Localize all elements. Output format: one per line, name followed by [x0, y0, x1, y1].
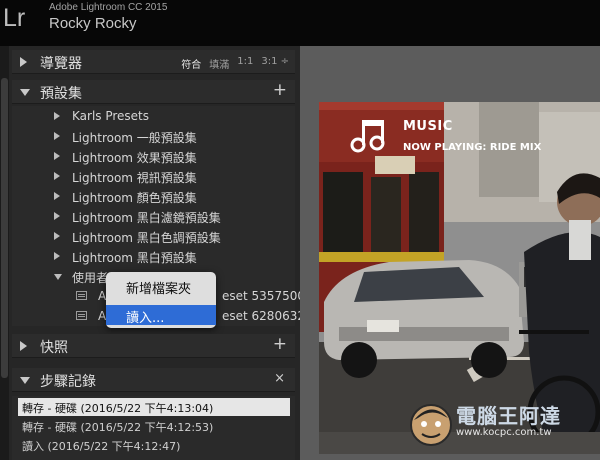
catalog-name: Rocky Rocky [49, 15, 137, 32]
preset-folder[interactable]: Lightroom 黑白預設集 [12, 246, 295, 266]
preset-folder-label: Karls Presets [72, 109, 150, 123]
watermark-url: www.kocpc.com.tw [456, 427, 552, 438]
preset-icon [76, 291, 87, 300]
collapse-triangle-icon[interactable] [20, 377, 30, 384]
preset-folder-label: Lightroom 黑白濾鏡預設集 [72, 211, 221, 225]
history-item[interactable]: 讀入 (2016/5/22 下午4:12:47) [18, 436, 290, 454]
music-note-icon [350, 120, 385, 153]
preset-folder-label: Lightroom 黑白色調預設集 [72, 231, 221, 245]
user-preset-prefix: A [98, 309, 107, 323]
mascot-logo-icon [410, 404, 452, 446]
music-title: MUSIC [403, 119, 453, 134]
navigator-title: 導覽器 [40, 56, 82, 72]
preset-folder-label: Lightroom 一般預設集 [72, 131, 197, 145]
preset-folder-label: Lightroom 顏色預設集 [72, 191, 197, 205]
preset-folder[interactable]: Lightroom 效果預設集 [12, 146, 295, 166]
snapshots-title: 快照 [40, 340, 68, 356]
preset-folder[interactable]: Lightroom 顏色預設集 [12, 186, 295, 206]
left-panel-scrollbar[interactable] [0, 46, 9, 460]
scrollbar-thumb[interactable] [1, 78, 8, 378]
preset-icon [76, 311, 87, 320]
history-item[interactable]: 轉存 - 硬碟 (2016/5/22 下午4:12:53) [18, 417, 290, 435]
watermark: 電腦王阿達 www.kocpc.com.tw [406, 396, 600, 458]
collapse-triangle-icon[interactable] [20, 89, 30, 96]
expand-triangle-icon[interactable] [20, 341, 27, 351]
folder-expand-icon[interactable] [54, 132, 60, 140]
history-title: 步驟記錄 [40, 374, 96, 390]
zoom-1-1-option[interactable]: 1:1 [237, 56, 253, 71]
snapshots-header[interactable]: 快照 + [12, 334, 295, 358]
folder-expand-icon[interactable] [54, 252, 60, 260]
folder-expand-icon[interactable] [54, 212, 60, 220]
presets-title: 預設集 [40, 86, 82, 102]
folder-collapse-icon[interactable] [54, 274, 62, 280]
preset-folder-label: Lightroom 黑白預設集 [72, 251, 197, 265]
history-item[interactable]: 轉存 - 硬碟 (2016/5/22 下午4:13:04) [18, 398, 290, 416]
now-playing-text: NOW PLAYING: RIDE MIX [403, 142, 542, 153]
folder-expand-icon[interactable] [54, 152, 60, 160]
app-name: Adobe Lightroom CC 2015 [49, 2, 168, 13]
preset-folder-label: Lightroom 視訊預設集 [72, 171, 197, 185]
menu-item-new-folder[interactable]: 新增檔案夾 [106, 275, 216, 297]
folder-expand-icon[interactable] [54, 192, 60, 200]
preset-folder[interactable]: Lightroom 黑白色調預設集 [12, 226, 295, 246]
preset-folder-label: 使用者 [72, 271, 109, 285]
folder-expand-icon[interactable] [54, 232, 60, 240]
folder-expand-icon[interactable] [54, 112, 60, 120]
clear-history-icon[interactable]: × [274, 371, 285, 386]
navigator-zoom-options: 符合 填滿 1:1 3:1 ÷ [181, 56, 289, 71]
navigator-header[interactable]: 導覽器 符合 填滿 1:1 3:1 ÷ [12, 50, 295, 74]
zoom-3-1-option[interactable]: 3:1 ÷ [261, 56, 289, 71]
add-preset-icon[interactable]: + [273, 80, 287, 100]
preset-folder-label: Lightroom 效果預設集 [72, 151, 197, 165]
user-preset-prefix: A [98, 289, 107, 303]
add-snapshot-icon[interactable]: + [273, 334, 287, 354]
context-menu: 新增檔案夾 讀入... [106, 272, 216, 328]
preset-folder[interactable]: Lightroom 一般預設集 [12, 126, 295, 146]
history-list: 轉存 - 硬碟 (2016/5/22 下午4:13:04) 轉存 - 硬碟 (2… [12, 396, 295, 460]
zoom-fit-option[interactable]: 符合 [181, 56, 201, 71]
preset-folder[interactable]: Lightroom 黑白濾鏡預設集 [12, 206, 295, 226]
preset-folder[interactable]: Lightroom 視訊預設集 [12, 166, 295, 186]
watermark-text: 電腦王阿達 [456, 404, 561, 428]
expand-triangle-icon[interactable] [20, 57, 27, 67]
lightroom-logo: Lr [3, 4, 26, 32]
preset-folder[interactable]: Karls Presets [12, 106, 295, 126]
folder-expand-icon[interactable] [54, 172, 60, 180]
history-header[interactable]: 步驟記錄 × [12, 368, 295, 392]
zoom-fill-option[interactable]: 填滿 [209, 56, 229, 71]
menu-item-import[interactable]: 讀入... [106, 305, 216, 326]
title-bar: Lr Adobe Lightroom CC 2015 Rocky Rocky [0, 0, 600, 46]
presets-header[interactable]: 預設集 + [12, 80, 295, 104]
